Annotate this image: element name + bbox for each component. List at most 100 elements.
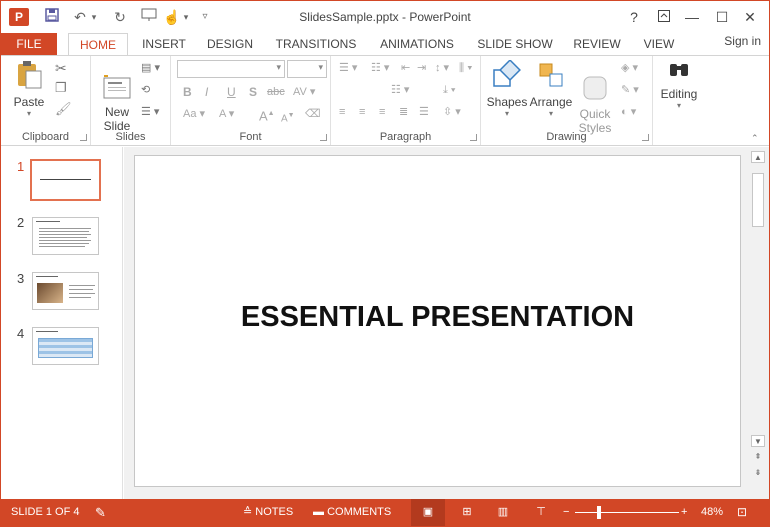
increase-font-size-icon[interactable]: A▲ [259, 106, 275, 124]
distributed-icon[interactable]: ☰ [419, 104, 429, 120]
scroll-down-icon[interactable]: ▼ [751, 435, 765, 447]
collapse-ribbon-icon[interactable]: ⌃ [751, 130, 759, 146]
comments-button[interactable]: ▬ COMMENTS [313, 499, 391, 526]
slide-canvas[interactable]: ESSENTIAL PRESENTATION [134, 155, 741, 487]
zoom-out-icon[interactable]: − [563, 499, 569, 526]
editing-group: Editing ▾ [653, 56, 705, 145]
decrease-indent-icon[interactable]: ⇤ [401, 60, 410, 76]
columns-icon[interactable]: ⫼ ▾ [459, 60, 472, 76]
notes-button[interactable]: ≙ NOTES [243, 499, 293, 526]
zoom-slider-knob[interactable] [597, 506, 601, 519]
clipboard-launcher-icon[interactable] [80, 134, 87, 141]
align-center-icon[interactable]: ≡ [359, 104, 365, 120]
notes-icon: ≙ [243, 506, 256, 518]
scroll-thumb[interactable] [752, 173, 764, 227]
thumb-text-line [39, 231, 89, 232]
font-group: B I U S abc AV ▾ Aa ▾ A ▾ A▲ A▼ ⌫ Font [171, 56, 331, 145]
paragraph-launcher-icon[interactable] [470, 134, 477, 141]
shapes-label: Shapes [486, 95, 528, 109]
font-color-icon[interactable]: A ▾ [219, 106, 234, 122]
shape-fill-icon[interactable]: ◈ ▾ [621, 60, 638, 76]
format-painter-icon[interactable]: 🖌 [55, 101, 72, 117]
help-icon[interactable]: ? [623, 7, 645, 27]
slide-thumbnail-2[interactable] [32, 217, 99, 255]
comments-icon: ▬ [313, 506, 328, 518]
bullets-icon[interactable]: ☰ ▾ [339, 60, 357, 76]
new-slide-label: New Slide [103, 105, 131, 133]
tab-review[interactable]: REVIEW [567, 33, 627, 55]
tab-transitions[interactable]: TRANSITIONS [271, 33, 361, 55]
thumb-text-line [39, 246, 85, 247]
reset-icon[interactable]: ⟲ [141, 82, 150, 98]
next-slide-icon[interactable]: ⇟ [751, 467, 765, 479]
spell-check-icon[interactable]: ✎ [95, 499, 106, 526]
slides-group-label: Slides [115, 131, 146, 143]
tab-animations[interactable]: ANIMATIONS [373, 33, 461, 55]
drawing-launcher-icon[interactable] [642, 134, 649, 141]
align-right-icon[interactable]: ≡ [379, 104, 385, 120]
tab-design[interactable]: DESIGN [201, 33, 259, 55]
tab-view[interactable]: VIEW [637, 33, 681, 55]
clear-formatting-icon[interactable]: ⌫ [305, 106, 321, 122]
sign-in-link[interactable]: Sign in [724, 33, 761, 49]
paragraph-group-label: Paragraph [379, 131, 432, 143]
numbering-icon[interactable]: ☷ ▾ [371, 60, 389, 76]
shapes-button[interactable]: Shapes ▾ [485, 59, 529, 118]
thumb-image [37, 283, 63, 303]
decrease-font-size-icon[interactable]: A▼ [281, 108, 295, 127]
paste-button[interactable]: Paste ▾ [9, 60, 49, 118]
vertical-scrollbar[interactable]: ▲ ▼ ⇞ ⇟ [751, 151, 765, 491]
slide-thumbnail-4[interactable] [32, 327, 99, 365]
align-left-icon[interactable]: ≡ [339, 104, 345, 120]
previous-slide-icon[interactable]: ⇞ [751, 451, 765, 463]
notes-label: NOTES [255, 506, 294, 518]
align-text-icon[interactable]: ⇳ ▾ [443, 104, 461, 120]
ribbon-display-options-icon[interactable] [653, 7, 675, 27]
underline-icon[interactable]: U [227, 84, 236, 100]
font-name-combo[interactable] [177, 60, 285, 78]
justify-icon[interactable]: ≣ [399, 104, 408, 120]
thumbnail-number: 3 [17, 271, 25, 286]
editing-button[interactable]: Editing ▾ [657, 60, 701, 110]
text-shadow-icon[interactable]: S [249, 84, 257, 100]
zoom-slider[interactable] [575, 512, 679, 513]
minimize-icon[interactable]: — [681, 7, 703, 27]
layout-icon[interactable]: ▤ ▾ [141, 60, 160, 76]
smartart-icon[interactable]: ☷ ▾ [391, 82, 409, 98]
shape-effects-icon[interactable]: ◐ ▾ [621, 104, 636, 120]
tab-slide-show[interactable]: SLIDE SHOW [473, 33, 557, 55]
arrange-button[interactable]: Arrange ▾ [529, 60, 573, 118]
section-icon[interactable]: ☰ ▾ [141, 104, 159, 120]
slide-show-icon[interactable]: ⊤ [531, 499, 551, 526]
scroll-up-icon[interactable]: ▲ [751, 151, 765, 163]
slide-sorter-icon[interactable]: ⊞ [457, 499, 477, 526]
shape-outline-icon[interactable]: ✎ ▾ [621, 82, 639, 98]
reading-view-icon[interactable]: ▥ [493, 499, 513, 526]
slide-thumbnail-1[interactable] [30, 159, 101, 201]
close-icon[interactable]: ✕ [739, 7, 761, 27]
increase-indent-icon[interactable]: ⇥ [417, 60, 426, 76]
maximize-icon[interactable]: ☐ [711, 7, 733, 27]
copy-icon[interactable]: ❐ [55, 80, 67, 96]
zoom-in-icon[interactable]: + [681, 499, 687, 526]
italic-icon[interactable]: I [205, 84, 208, 100]
zoom-level[interactable]: 48% [701, 499, 723, 526]
thumbnail-number: 4 [17, 326, 25, 341]
tab-home[interactable]: HOME [68, 33, 128, 56]
tab-insert[interactable]: INSERT [135, 33, 193, 55]
fit-slide-icon[interactable]: ⊡ [737, 499, 747, 526]
normal-view-icon[interactable]: ▣ [411, 499, 445, 526]
strikethrough-icon[interactable]: abc [267, 84, 285, 100]
font-launcher-icon[interactable] [320, 134, 327, 141]
slide-title[interactable]: ESSENTIAL PRESENTATION [135, 301, 740, 334]
tab-file[interactable]: FILE [1, 33, 57, 55]
title-bar: P ↶ ▾ ↻ ☝ ▾ ▿ SlidesSample.pptx - PowerP… [1, 1, 769, 33]
line-spacing-icon[interactable]: ↕ ▾ [435, 60, 449, 76]
cut-icon[interactable]: ✂ [55, 60, 67, 76]
change-case-icon[interactable]: Aa ▾ [183, 106, 205, 122]
bold-icon[interactable]: B [183, 84, 192, 100]
character-spacing-icon[interactable]: AV ▾ [293, 84, 315, 100]
font-size-combo[interactable] [287, 60, 327, 78]
slide-thumbnail-3[interactable] [32, 272, 99, 310]
text-direction-icon[interactable]: ⤓ ▾ [443, 82, 456, 98]
